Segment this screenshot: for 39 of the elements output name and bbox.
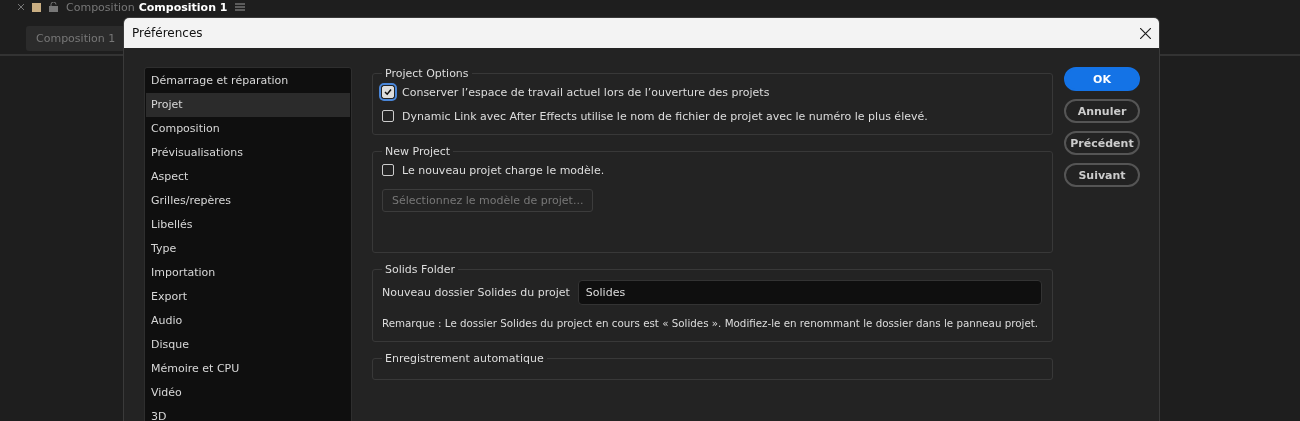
- lock-icon[interactable]: [49, 2, 58, 12]
- category-item[interactable]: Importation: [146, 261, 350, 285]
- category-item[interactable]: Aspect: [146, 165, 350, 189]
- folder-name-field[interactable]: Solides: [577, 280, 1042, 305]
- category-item[interactable]: Libellés: [146, 213, 350, 237]
- dialog-button[interactable]: Précédent: [1064, 131, 1140, 155]
- color-swatch-icon: [32, 2, 41, 12]
- checkbox-label: Conserver l’espace de travail actuel lors de l’ouverture des projets: [402, 85, 770, 99]
- menu-icon[interactable]: [235, 3, 246, 11]
- checkbox[interactable]: [382, 110, 394, 122]
- dialog-button[interactable]: OK: [1064, 67, 1140, 91]
- field-label: Nouveau dossier Solides du projet: [382, 286, 570, 299]
- dialog-button[interactable]: Annuler: [1064, 99, 1140, 123]
- category-item[interactable]: Vidéo: [146, 381, 350, 405]
- category-item[interactable]: Disque: [146, 333, 350, 357]
- dialog-title: Préférences: [132, 26, 203, 40]
- section-title: Project Options: [384, 67, 470, 80]
- panel-tab[interactable]: Composition 1: [138, 0, 228, 14]
- note-text: Remarque : Le dossier Solides du project en cours est « Solides ». Modifiez-le en renommant le dossier dans le panneau projet.: [382, 317, 1039, 329]
- category-item[interactable]: Projet: [146, 93, 350, 117]
- category-item[interactable]: Prévisualisations: [146, 141, 350, 165]
- checkbox-label: Dynamic Link avec After Effects utilise le nom de fichier de projet avec le numéro le plus élevé.: [402, 109, 928, 123]
- checkbox[interactable]: [382, 164, 394, 176]
- category-item[interactable]: Type: [146, 237, 350, 261]
- section-title: Enregistrement automatique: [384, 352, 545, 365]
- panel-tab[interactable]: Composition: [66, 0, 135, 14]
- close-icon[interactable]: [1140, 27, 1151, 39]
- category-item[interactable]: Grilles/repères: [146, 189, 350, 213]
- checkbox-label: Le nouveau projet charge le modèle.: [402, 163, 605, 177]
- dialog-button[interactable]: Suivant: [1064, 163, 1140, 187]
- checkbox[interactable]: [382, 86, 394, 98]
- category-item[interactable]: Audio: [146, 309, 350, 333]
- section-title: Solids Folder: [384, 263, 457, 276]
- section-title: New Project: [384, 145, 452, 158]
- category-item[interactable]: Démarrage et réparation: [146, 69, 350, 93]
- category-item[interactable]: Mémoire et CPU: [146, 357, 350, 381]
- category-item[interactable]: Export: [146, 285, 350, 309]
- category-item[interactable]: 3D: [146, 405, 350, 421]
- category-item[interactable]: Composition: [146, 117, 350, 141]
